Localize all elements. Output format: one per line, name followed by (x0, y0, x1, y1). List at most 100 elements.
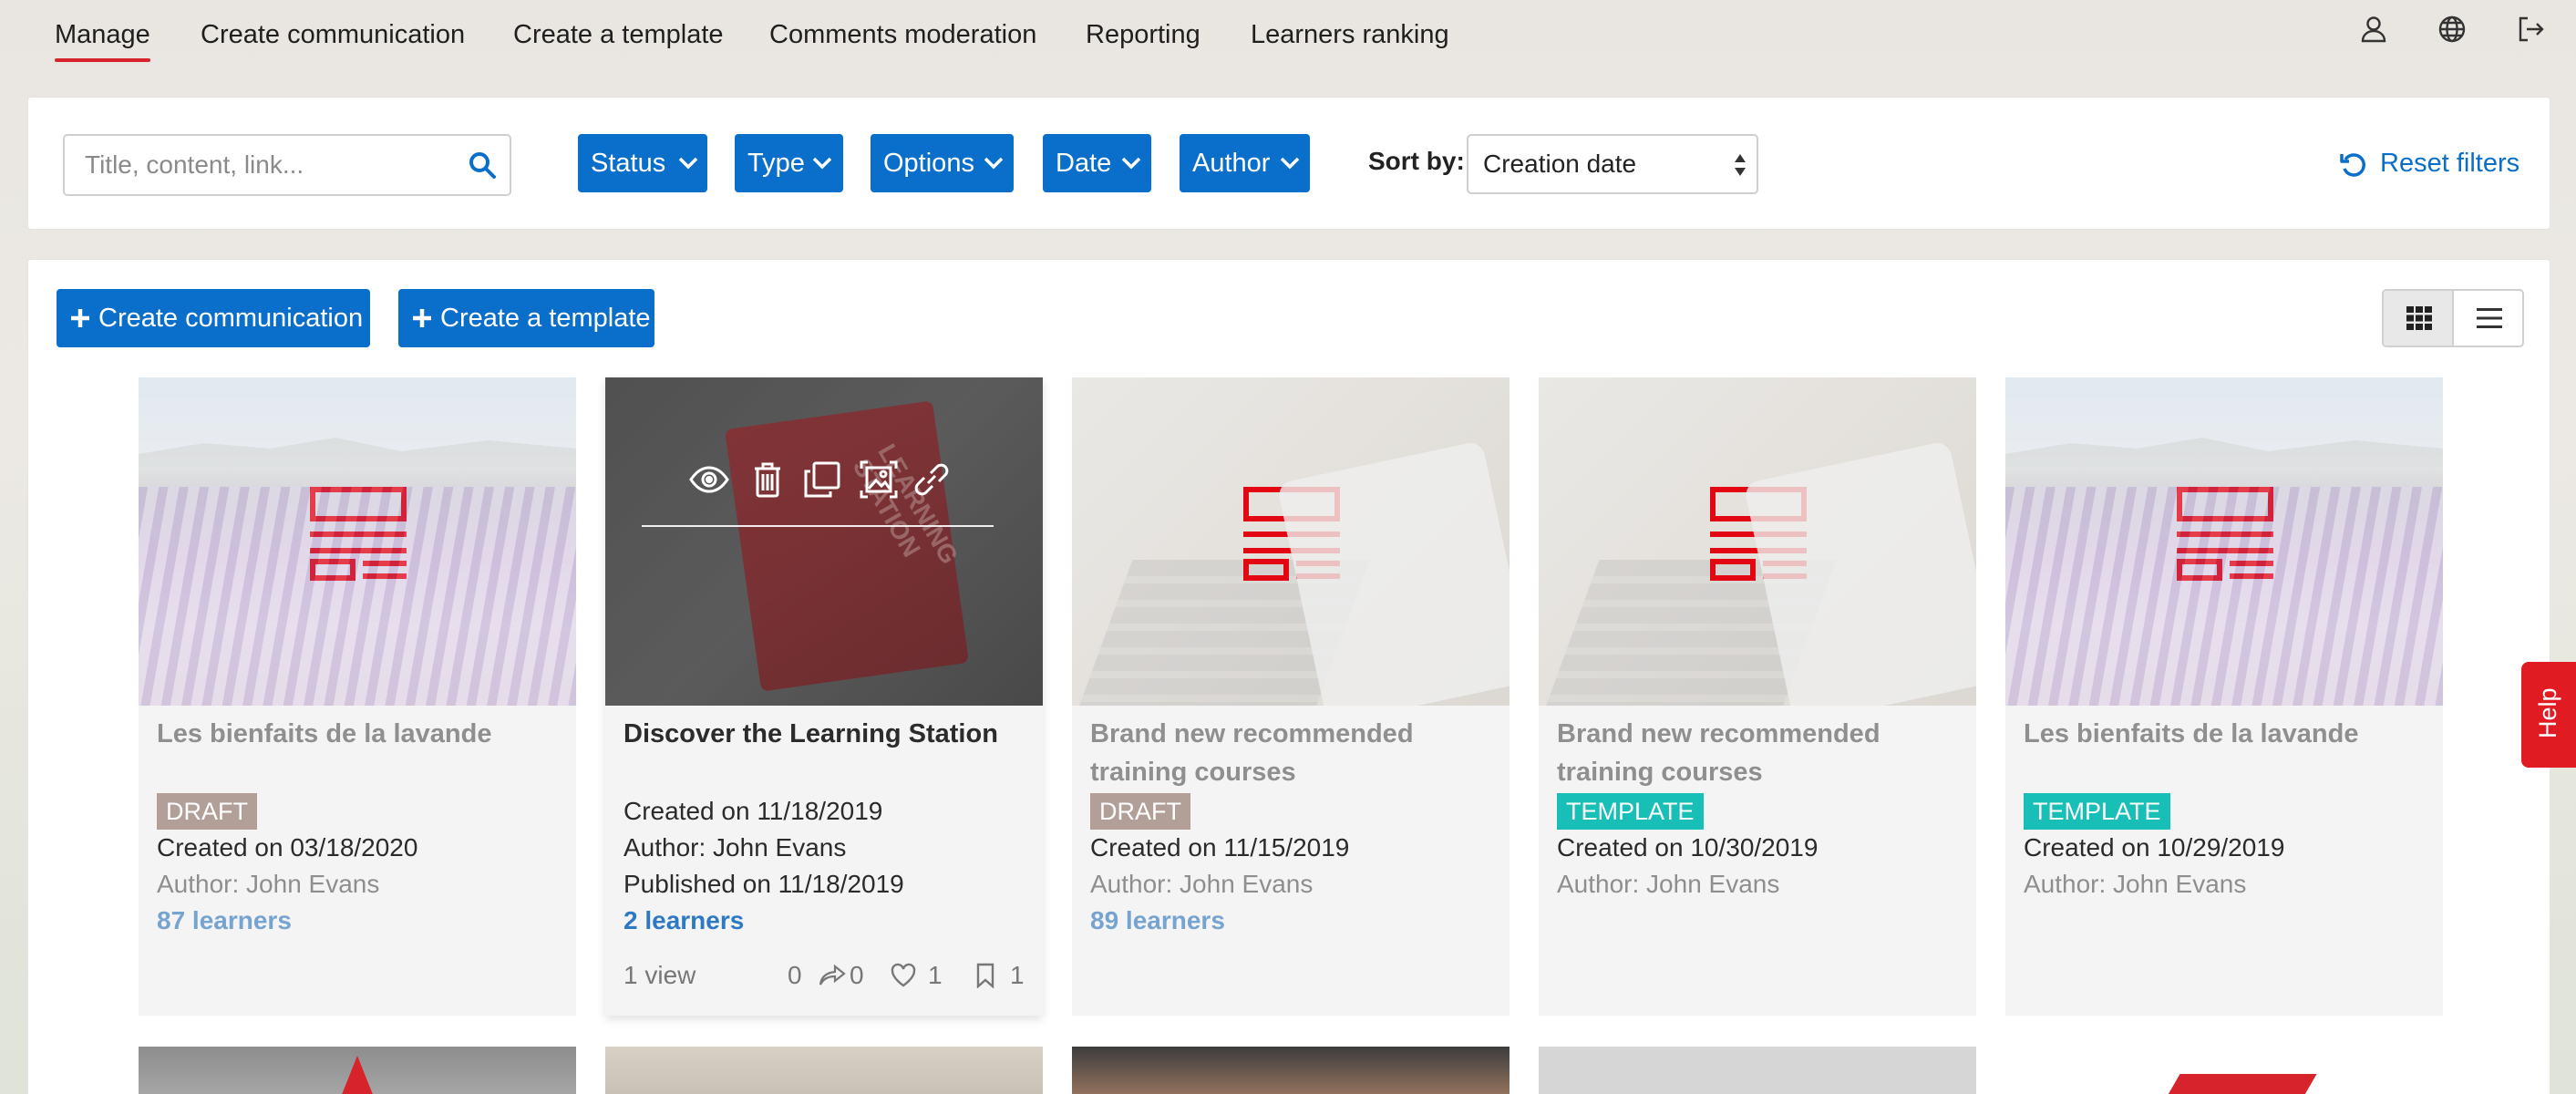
learners-link[interactable]: 2 learners (623, 903, 744, 939)
communication-card[interactable]: LEARNING STATION Discover the Learning S… (605, 377, 1043, 1016)
article-icon (310, 487, 407, 581)
card-title[interactable]: Brand new recommended training courses (1557, 715, 1958, 791)
shares-count: 0 (850, 961, 864, 989)
bookmark-icon (976, 963, 994, 988)
comments-count: 0 (788, 961, 802, 989)
learners-link[interactable]: 89 learners (1090, 903, 1225, 939)
status-badge: TEMPLATE (1557, 793, 1704, 830)
help-label: Help (2534, 687, 2561, 738)
chevron-down-icon (1121, 157, 1141, 170)
article-icon (2177, 487, 2273, 581)
author-text: Author: John Evans (157, 870, 380, 898)
link-icon[interactable] (912, 459, 952, 500)
card-thumbnail (139, 377, 576, 706)
status-badge: DRAFT (1090, 793, 1190, 830)
options-filter-label: Options (883, 149, 974, 178)
tab-reporting[interactable]: Reporting (1086, 16, 1200, 57)
card-thumbnail (1072, 377, 1510, 706)
created-date: Created on 11/18/2019 (623, 797, 883, 825)
duplicate-icon[interactable] (802, 459, 842, 500)
globe-icon[interactable] (2436, 13, 2468, 46)
tab-manage[interactable]: Manage (55, 16, 150, 62)
options-filter-button[interactable]: Options (871, 134, 1014, 192)
date-filter-label: Date (1056, 149, 1112, 178)
author-text: Author: John Evans (1557, 870, 1780, 898)
published-date: Published on 11/18/2019 (623, 870, 904, 898)
communication-card-partial[interactable] (1072, 1047, 1510, 1094)
sort-label: Sort by: (1368, 147, 1465, 175)
heart-icon (891, 963, 916, 987)
card-actions (689, 459, 963, 505)
author-text: Author: John Evans (1090, 870, 1314, 898)
create-communication-label: Create communication (98, 304, 364, 333)
communication-card[interactable]: Les bienfaits de la lavande DRAFT Create… (139, 377, 576, 1016)
sort-arrows-icon (1735, 154, 1746, 176)
created-date: Created on 03/18/2020 (157, 833, 418, 862)
reset-filters-label: Reset filters (2380, 149, 2520, 178)
card-stats: 1 view 0 0 1 1 (623, 957, 1025, 994)
grid-icon (2406, 306, 2432, 330)
type-filter-label: Type (747, 149, 805, 178)
eye-icon[interactable] (689, 459, 729, 500)
trash-icon[interactable] (747, 459, 788, 500)
bookmarks-count: 1 (1010, 961, 1025, 989)
tab-create-template[interactable]: Create a template (513, 16, 724, 57)
article-icon (1710, 487, 1807, 581)
reset-filters-link[interactable]: Reset filters (2338, 145, 2519, 181)
created-date: Created on 10/29/2019 (2024, 833, 2285, 862)
reset-icon (2340, 153, 2365, 177)
list-icon (2477, 308, 2502, 328)
card-title[interactable]: Les bienfaits de la lavande (157, 715, 558, 753)
sort-select[interactable]: Creation date (1467, 134, 1758, 194)
author-text: Author: John Evans (2024, 870, 2247, 898)
learners-link[interactable]: 87 learners (157, 903, 292, 939)
tab-learners-ranking[interactable]: Learners ranking (1251, 16, 1449, 57)
help-tab[interactable]: Help (2521, 662, 2576, 768)
type-filter-button[interactable]: Type (735, 134, 843, 192)
communication-card[interactable]: Les bienfaits de la lavande TEMPLATE Cre… (2005, 377, 2443, 1016)
created-date: Created on 10/30/2019 (1557, 833, 1819, 862)
search-icon[interactable] (468, 150, 497, 180)
grid-view-button[interactable] (2384, 291, 2454, 346)
communication-card-partial[interactable] (2005, 1047, 2443, 1094)
status-filter-button[interactable]: Status (578, 134, 707, 192)
communication-card-partial[interactable] (605, 1047, 1043, 1094)
create-communication-button[interactable]: Create communication (57, 289, 370, 347)
communication-card-partial[interactable] (1539, 1047, 1976, 1094)
likes-count: 1 (928, 961, 943, 989)
card-title[interactable]: Brand new recommended training courses (1090, 715, 1491, 791)
tab-create-communication[interactable]: Create communication (201, 16, 465, 57)
card-thumbnail (2005, 377, 2443, 706)
card-thumbnail (1539, 377, 1976, 706)
search-box[interactable] (63, 134, 511, 196)
search-input[interactable] (85, 145, 449, 185)
chevron-down-icon (678, 157, 698, 170)
article-icon (1243, 487, 1340, 581)
list-view-button[interactable] (2454, 291, 2522, 346)
create-template-button[interactable]: Create a template (398, 289, 654, 347)
card-title[interactable]: Discover the Learning Station (623, 715, 1025, 753)
status-badge: DRAFT (157, 793, 257, 830)
chevron-down-icon (984, 157, 1004, 170)
tab-comments-moderation[interactable]: Comments moderation (769, 16, 1036, 57)
communication-card[interactable]: Brand new recommended training courses T… (1539, 377, 1976, 1016)
card-title[interactable]: Les bienfaits de la lavande (2024, 715, 2425, 753)
create-template-label: Create a template (440, 304, 651, 333)
communication-card-partial[interactable] (139, 1047, 576, 1094)
author-filter-label: Author (1192, 149, 1271, 178)
view-toggle (2382, 289, 2524, 347)
divider (642, 525, 994, 527)
chevron-down-icon (812, 157, 832, 170)
user-icon[interactable] (2357, 13, 2390, 46)
top-navigation: Manage Create communication Create a tem… (0, 0, 2576, 73)
date-filter-button[interactable]: Date (1043, 134, 1151, 192)
card-thumbnail: LEARNING STATION (605, 377, 1043, 706)
author-filter-button[interactable]: Author (1180, 134, 1310, 192)
share-icon (819, 964, 846, 986)
image-icon[interactable] (859, 459, 899, 500)
communication-card[interactable]: Brand new recommended training courses D… (1072, 377, 1510, 1016)
logout-icon[interactable] (2514, 13, 2547, 46)
plus-icon (413, 309, 431, 327)
plus-icon (71, 309, 89, 327)
views-count: 1 view (623, 961, 696, 989)
